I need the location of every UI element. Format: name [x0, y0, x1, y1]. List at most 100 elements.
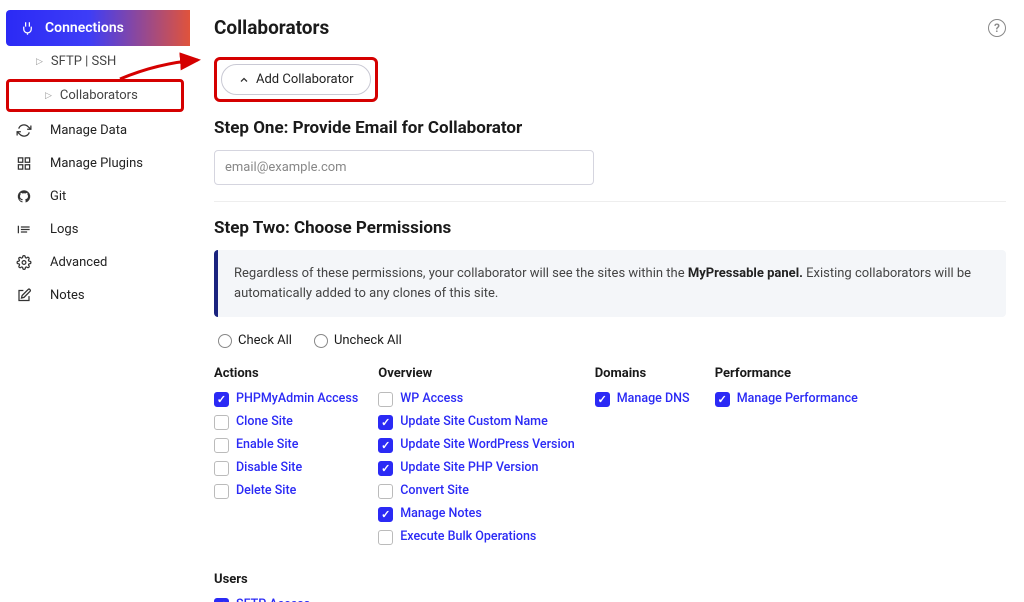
button-label: Add Collaborator — [256, 72, 354, 87]
permission-column-users: UsersSFTP AccessCreate Collaborator⚠ Thi… — [214, 572, 406, 602]
checkbox-icon — [378, 484, 393, 499]
column-title: Actions — [214, 366, 358, 381]
add-collaborator-button[interactable]: Add Collaborator — [221, 64, 371, 95]
permission-execute-bulk-operations[interactable]: Execute Bulk Operations — [378, 529, 574, 545]
main-content: Collaborators ? Add Collaborator Step On… — [190, 0, 1024, 602]
chevron-up-icon — [238, 74, 250, 86]
edit-icon — [22, 288, 38, 303]
checkbox-icon — [214, 598, 229, 602]
permission-label: Convert Site — [400, 483, 469, 498]
permissions-notice: Regardless of these permissions, your co… — [214, 250, 1006, 317]
permission-label: Update Site Custom Name — [400, 414, 548, 429]
permission-convert-site[interactable]: Convert Site — [378, 483, 574, 499]
permission-label: Manage Performance — [737, 391, 858, 406]
sidebar-item-manage-data[interactable]: Manage Data — [0, 114, 190, 147]
plug-icon — [20, 21, 35, 36]
permission-label: Manage Notes — [400, 506, 482, 521]
chevron-right-icon: ▷ — [36, 57, 43, 67]
checkbox-icon — [378, 415, 393, 430]
permission-clone-site[interactable]: Clone Site — [214, 414, 358, 430]
step-two-title: Step Two: Choose Permissions — [214, 218, 1006, 238]
check-all-radio[interactable]: Check All — [218, 333, 292, 348]
github-icon — [22, 189, 38, 204]
checkbox-icon — [214, 392, 229, 407]
step-one-title: Step One: Provide Email for Collaborator — [214, 118, 1006, 138]
grid-icon — [22, 156, 38, 171]
sidebar-item-label: Notes — [50, 288, 85, 303]
sidebar-item-label: Collaborators — [60, 88, 138, 103]
permission-update-site-custom-name[interactable]: Update Site Custom Name — [378, 414, 574, 430]
permission-label: WP Access — [400, 391, 463, 406]
permission-label: PHPMyAdmin Access — [236, 391, 358, 406]
checkbox-icon — [214, 415, 229, 430]
sidebar-item-label: Manage Data — [50, 123, 127, 138]
permission-disable-site[interactable]: Disable Site — [214, 460, 358, 476]
permission-manage-dns[interactable]: Manage DNS — [595, 391, 695, 407]
checkbox-icon — [214, 484, 229, 499]
sidebar-item-manage-plugins[interactable]: Manage Plugins — [0, 147, 190, 180]
checkbox-icon — [214, 438, 229, 453]
permission-label: Disable Site — [236, 460, 302, 475]
annotation-highlight-collaborators: ▷ Collaborators — [6, 79, 184, 112]
sidebar-header-label: Connections — [45, 20, 124, 36]
sidebar-item-logs[interactable]: Logs — [0, 213, 190, 246]
sidebar-item-label: Manage Plugins — [50, 156, 143, 171]
radio-icon — [314, 334, 328, 348]
notice-bold: MyPressable panel. — [688, 266, 803, 281]
permission-wp-access[interactable]: WP Access — [378, 391, 574, 407]
sidebar-item-label: Advanced — [50, 255, 107, 270]
sidebar-item-notes[interactable]: Notes — [0, 279, 190, 312]
page-title: Collaborators — [214, 16, 329, 39]
permission-label: Enable Site — [236, 437, 298, 452]
radio-icon — [218, 334, 232, 348]
permission-update-site-php-version[interactable]: Update Site PHP Version — [378, 460, 574, 476]
sidebar-item-collaborators[interactable]: ▷ Collaborators — [9, 86, 181, 105]
sidebar-item-sftp[interactable]: ▷ SFTP | SSH — [0, 46, 190, 77]
uncheck-all-radio[interactable]: Uncheck All — [314, 333, 402, 348]
permission-update-site-wordpress-version[interactable]: Update Site WordPress Version — [378, 437, 574, 453]
checkbox-icon — [378, 461, 393, 476]
checkbox-icon — [378, 438, 393, 453]
column-title: Domains — [595, 366, 695, 381]
radio-label: Check All — [238, 333, 292, 348]
permission-label: Manage DNS — [617, 391, 690, 406]
permission-column-overview: Overview WP Access Update Site Custom Name… — [378, 366, 574, 552]
chevron-right-icon: ▷ — [45, 91, 52, 101]
checkbox-icon — [214, 461, 229, 476]
checkbox-icon — [378, 530, 393, 545]
permission-label: SFTP Access — [236, 597, 310, 602]
collaborator-email-input[interactable] — [214, 150, 594, 185]
sidebar-item-label: SFTP | SSH — [51, 54, 116, 69]
permission-manage-performance[interactable]: Manage Performance — [715, 391, 858, 407]
sidebar-item-label: Logs — [50, 222, 78, 237]
sidebar-item-git[interactable]: Git — [0, 180, 190, 213]
permission-enable-site[interactable]: Enable Site — [214, 437, 358, 453]
refresh-icon — [22, 123, 38, 138]
permission-sftp-access[interactable]: SFTP Access — [214, 597, 406, 602]
logs-icon — [22, 222, 38, 237]
checkbox-icon — [715, 392, 730, 407]
checkbox-icon — [378, 507, 393, 522]
radio-label: Uncheck All — [334, 333, 402, 348]
gear-icon — [22, 255, 38, 270]
permission-label: Clone Site — [236, 414, 293, 429]
permission-column-domains: Domains Manage DNS — [595, 366, 695, 552]
checkbox-icon — [595, 392, 610, 407]
notice-text: Regardless of these permissions, your co… — [234, 266, 688, 281]
help-icon[interactable]: ? — [988, 19, 1006, 37]
column-title: Overview — [378, 366, 574, 381]
sidebar-header-connections[interactable]: Connections — [6, 10, 190, 46]
permission-label: Execute Bulk Operations — [400, 529, 536, 544]
sidebar-item-advanced[interactable]: Advanced — [0, 246, 190, 279]
permission-label: Update Site PHP Version — [400, 460, 538, 475]
permission-column-performance: Performance Manage Performance — [715, 366, 858, 552]
permission-phpmyadmin-access[interactable]: PHPMyAdmin Access — [214, 391, 358, 407]
permission-manage-notes[interactable]: Manage Notes — [378, 506, 574, 522]
column-title: Users — [214, 572, 406, 587]
annotation-highlight-add-collaborator: Add Collaborator — [214, 57, 378, 102]
permission-label: Update Site WordPress Version — [400, 437, 574, 452]
column-title: Performance — [715, 366, 858, 381]
permission-delete-site[interactable]: Delete Site — [214, 483, 358, 499]
checkbox-icon — [378, 392, 393, 407]
sidebar-item-label: Git — [50, 189, 66, 204]
